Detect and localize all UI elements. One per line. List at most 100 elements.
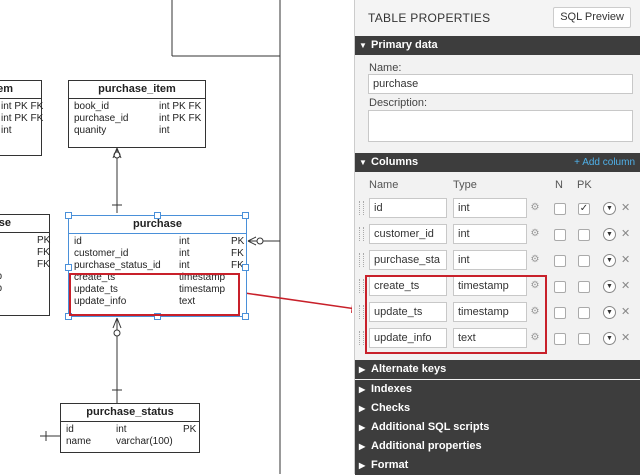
pk-checkbox[interactable] — [578, 229, 590, 241]
table-row: customer_id int FK — [74, 248, 244, 259]
selection-handle[interactable] — [65, 264, 72, 271]
column-type-input[interactable]: int — [453, 250, 527, 270]
nullable-checkbox[interactable] — [554, 229, 566, 241]
triangle-right-icon: ▶ — [359, 365, 366, 374]
gear-icon[interactable]: ⚙ — [530, 203, 540, 213]
table-row: purchase_status_id int FK — [74, 260, 244, 271]
highlight-box — [69, 273, 240, 316]
column-header-name: Name — [369, 179, 399, 191]
table-title: se — [0, 215, 49, 233]
selection-handle[interactable] — [154, 212, 161, 219]
table-title: item — [0, 81, 41, 99]
delete-icon[interactable]: ✕ — [621, 279, 630, 292]
description-textarea[interactable] — [368, 110, 633, 142]
table-row: id int PK — [66, 424, 197, 435]
table-title: purchase_status — [61, 404, 199, 422]
delete-icon[interactable]: ✕ — [621, 253, 630, 266]
delete-icon[interactable]: ✕ — [621, 227, 630, 240]
drag-handle-icon[interactable] — [359, 227, 364, 241]
section-bar[interactable]: ▶ Format — [355, 456, 640, 475]
gear-icon[interactable]: ⚙ — [530, 229, 540, 239]
pk-checkbox[interactable]: ✓ — [578, 203, 590, 215]
drag-handle-icon[interactable] — [359, 201, 364, 215]
pk-checkbox[interactable] — [578, 333, 590, 345]
radio-toggle-icon[interactable]: ▼ — [603, 306, 616, 319]
triangle-down-icon: ▼ — [359, 158, 367, 167]
column-type-input[interactable]: int — [453, 224, 527, 244]
pk-checkbox[interactable] — [578, 307, 590, 319]
nullable-checkbox[interactable] — [554, 307, 566, 319]
section-bar[interactable]: ▶ Additional properties — [355, 437, 640, 456]
radio-toggle-icon[interactable]: ▼ — [603, 254, 616, 267]
drag-handle-icon[interactable] — [359, 305, 364, 319]
section-bar[interactable]: ▶ Additional SQL scripts — [355, 418, 640, 437]
triangle-right-icon: ▶ — [359, 442, 366, 451]
nullable-checkbox[interactable] — [554, 203, 566, 215]
column-name-input[interactable]: customer_id — [369, 224, 447, 244]
table-properties-panel: TABLE PROPERTIES SQL Preview ▼ Primary da… — [354, 0, 640, 475]
drag-handle-icon[interactable] — [359, 253, 364, 267]
radio-toggle-icon[interactable]: ▼ — [603, 202, 616, 215]
table-row: quanity int — [74, 125, 170, 136]
triangle-right-icon: ▶ — [359, 461, 366, 470]
column-name-input[interactable]: id — [369, 198, 447, 218]
column-name-input[interactable]: purchase_sta — [369, 250, 447, 270]
section-bar[interactable]: ▶ Alternate keys — [355, 360, 640, 379]
sql-preview-button[interactable]: SQL Preview — [553, 7, 631, 28]
name-label: Name: — [369, 62, 402, 74]
table-row: purchase_id int PK FK — [74, 113, 202, 124]
table-partial-left[interactable]: se PK FK FK timestamp timestamp — [0, 214, 50, 316]
column-type-input[interactable]: int — [453, 198, 527, 218]
table-row: PK — [37, 235, 51, 246]
table-purchase-status[interactable]: purchase_status id int PK name varchar(100) — [60, 403, 200, 453]
section-bar[interactable]: ▶ Checks — [355, 399, 640, 418]
triangle-right-icon: ▶ — [359, 404, 366, 413]
table-row: int PK FK — [1, 101, 44, 112]
name-input[interactable]: purchase — [368, 74, 633, 94]
nullable-checkbox[interactable] — [554, 333, 566, 345]
delete-icon[interactable]: ✕ — [621, 305, 630, 318]
delete-icon[interactable]: ✕ — [621, 331, 630, 344]
section-primary-data[interactable]: ▼ Primary data — [355, 36, 640, 55]
nullable-checkbox[interactable] — [554, 255, 566, 267]
description-label: Description: — [369, 97, 428, 109]
diagram-canvas[interactable]: item int PK FK int PK FK int purchase_it… — [0, 0, 352, 474]
add-column-link[interactable]: + Add column — [574, 153, 635, 172]
section-bar[interactable]: ▶ Indexes — [355, 380, 640, 399]
gear-icon[interactable]: ⚙ — [530, 255, 540, 265]
delete-icon[interactable]: ✕ — [621, 201, 630, 214]
selection-handle[interactable] — [242, 313, 249, 320]
radio-toggle-icon[interactable]: ▼ — [603, 332, 616, 345]
column-header-type: Type — [453, 179, 477, 191]
nullable-checkbox[interactable] — [554, 281, 566, 293]
table-row: int PK FK — [1, 113, 44, 124]
table-row: id int PK — [74, 236, 245, 247]
table-row: name varchar(100) — [66, 436, 173, 447]
section-columns[interactable]: ▼ Columns + Add column — [355, 153, 640, 172]
table-row: book_id int PK FK — [74, 101, 202, 112]
panel-header: TABLE PROPERTIES SQL Preview — [355, 0, 640, 36]
table-title: purchase_item — [69, 81, 205, 99]
highlight-box — [365, 275, 547, 354]
table-item-partial[interactable]: item int PK FK int PK FK int — [0, 80, 44, 156]
table-row: timestamp — [0, 271, 44, 283]
triangle-down-icon: ▼ — [359, 41, 367, 50]
table-purchase-item[interactable]: purchase_item book_id int PK FK purchase_… — [68, 80, 206, 148]
radio-toggle-icon[interactable]: ▼ — [603, 228, 616, 241]
radio-toggle-icon[interactable]: ▼ — [603, 280, 616, 293]
drag-handle-icon[interactable] — [359, 279, 364, 293]
table-row: FK — [37, 247, 50, 258]
triangle-right-icon: ▶ — [359, 423, 366, 432]
selection-handle[interactable] — [242, 212, 249, 219]
drag-handle-icon[interactable] — [359, 331, 364, 345]
panel-title: TABLE PROPERTIES — [368, 11, 491, 25]
column-header-nullable: N — [555, 179, 563, 191]
pk-checkbox[interactable] — [578, 255, 590, 267]
selection-handle[interactable] — [242, 264, 249, 271]
column-header-pk: PK — [577, 179, 592, 191]
pk-checkbox[interactable] — [578, 281, 590, 293]
table-row: timestamp — [0, 283, 44, 295]
table-row: FK — [37, 259, 50, 270]
selection-handle[interactable] — [65, 212, 72, 219]
table-row: int — [1, 125, 12, 136]
